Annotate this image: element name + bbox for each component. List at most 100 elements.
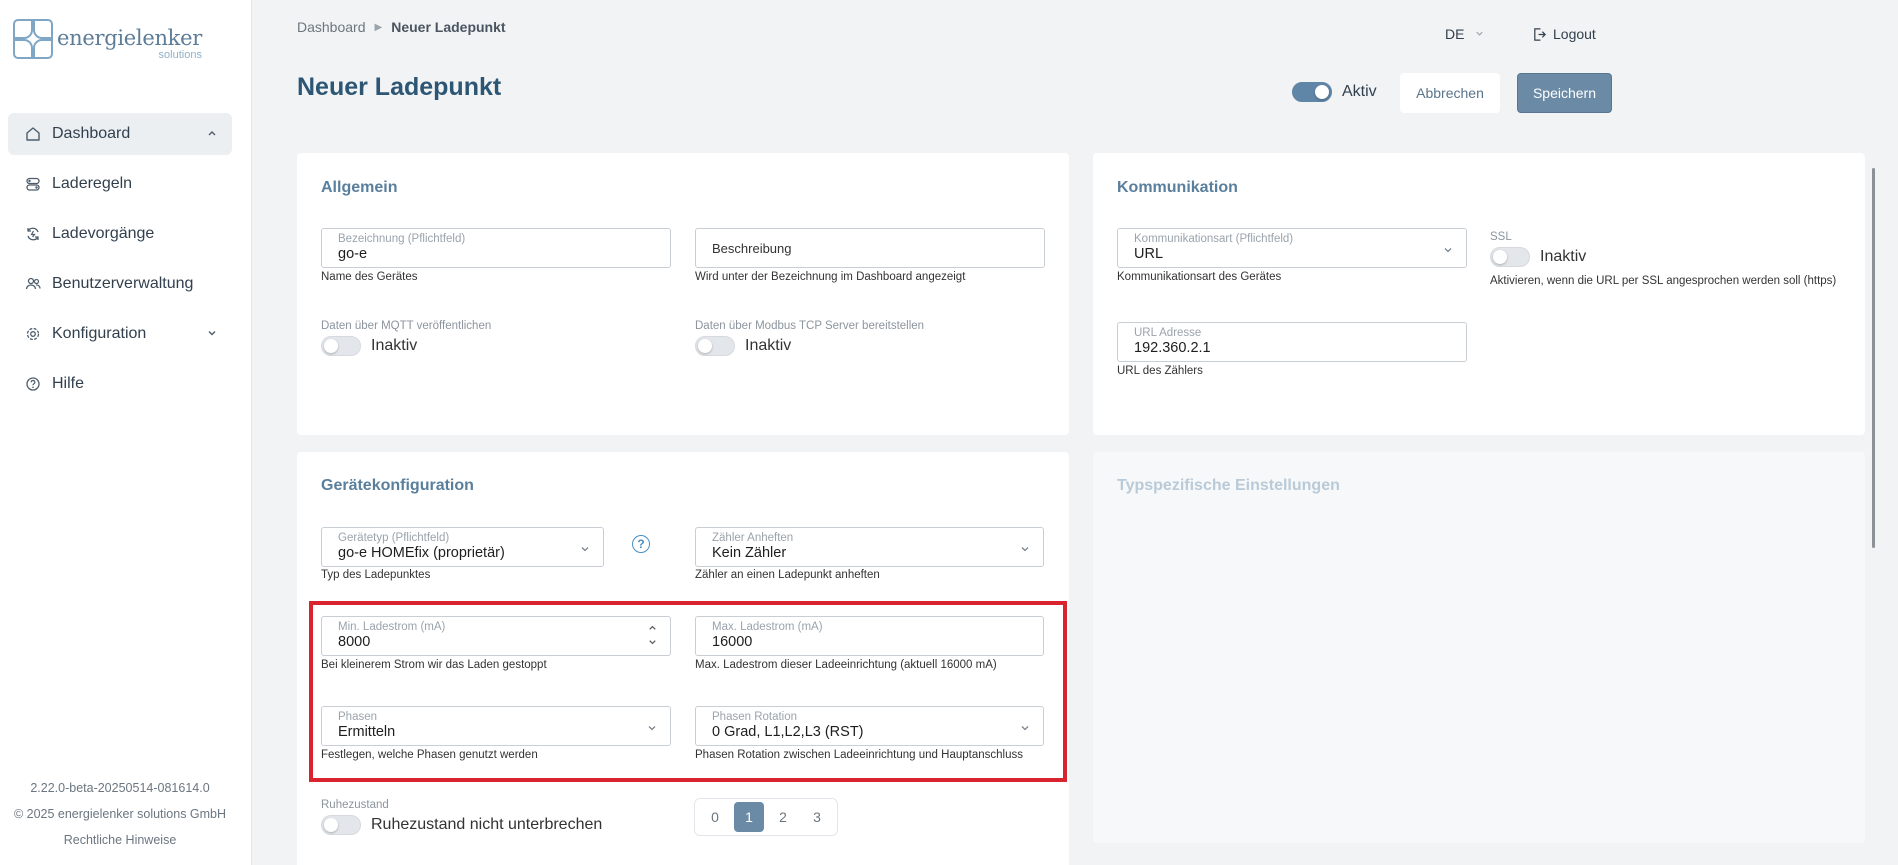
brand-sub: solutions (158, 49, 202, 61)
meter-value: Kein Zähler (712, 545, 787, 561)
idle-toggle-group: Ruhezustand Ruhezustand nicht unterbrech… (321, 799, 602, 835)
sidebar-nav: Dashboard Laderegeln Ladevorgänge Benutz… (8, 113, 232, 413)
active-label: Aktiv (1342, 83, 1377, 100)
brand-logo[interactable]: energielenker solutions (12, 18, 202, 61)
segment-option-0[interactable]: 0 (700, 802, 730, 832)
phase-segment-control: 0 1 2 3 (694, 798, 838, 836)
chevron-down-icon (579, 542, 591, 560)
help-circle-icon (24, 375, 42, 393)
sidebar-item-konfiguration[interactable]: Konfiguration (8, 313, 232, 355)
communication-card: Kommunikation Kommunikationsart (Pflicht… (1093, 153, 1865, 435)
language-value: DE (1445, 26, 1465, 42)
device-name-label: Bezeichnung (Pflichtfeld) (338, 233, 466, 245)
device-type-select[interactable]: Gerätetyp (Pflichtfeld) go-e HOMEfix (pr… (321, 527, 604, 567)
device-name-value: go-e (338, 246, 368, 262)
sidebar-item-label: Konfiguration (52, 325, 147, 342)
sidebar-item-benutzerverwaltung[interactable]: Benutzerverwaltung (8, 263, 232, 305)
device-type-value: go-e HOMEfix (proprietär) (338, 545, 505, 561)
sidebar-item-laderegeln[interactable]: Laderegeln (8, 163, 232, 205)
language-select[interactable]: DE (1445, 26, 1485, 42)
breadcrumb-separator-icon: ▶ (374, 21, 383, 33)
device-config-card-title: Gerätekonfiguration (321, 477, 474, 494)
ssl-label: SSL (1490, 231, 1512, 243)
highlight-box (309, 601, 1067, 782)
type-specific-card: Typspezifische Einstellungen (1093, 452, 1865, 843)
general-card-title: Allgemein (321, 179, 398, 196)
active-toggle-group: Aktiv (1292, 82, 1377, 102)
modbus-state: Inaktiv (745, 337, 792, 354)
segment-option-1[interactable]: 1 (734, 802, 764, 832)
breadcrumb-current: Neuer Ladepunkt (391, 19, 506, 35)
logout-icon (1532, 27, 1547, 42)
description-hint: Wird unter der Bezeichnung im Dashboard … (695, 271, 966, 283)
communication-type-value: URL (1134, 246, 1164, 262)
logout-button[interactable]: Logout (1532, 26, 1596, 42)
idle-toggle[interactable] (321, 815, 361, 835)
breadcrumb-dashboard-link[interactable]: Dashboard (297, 19, 366, 35)
sidebar-item-label: Ladevorgänge (52, 225, 155, 242)
chevron-down-icon[interactable] (206, 326, 218, 344)
url-hint: URL des Zählers (1117, 365, 1203, 377)
page-header: Dashboard ▶ Neuer Ladepunkt Neuer Ladepu… (252, 0, 1898, 140)
mqtt-label: Daten über MQTT veröffentlichen (321, 320, 492, 332)
mqtt-toggle-group: Daten über MQTT veröffentlichen Inaktiv (321, 320, 491, 356)
toggle-rules-icon (24, 175, 42, 193)
description-placeholder: Beschreibung (712, 241, 792, 256)
modbus-toggle-group: Daten über Modbus TCP Server bereitstell… (695, 320, 924, 356)
device-name-field[interactable]: Bezeichnung (Pflichtfeld) go-e (321, 228, 671, 268)
communication-type-select[interactable]: Kommunikationsart (Pflichtfeld) URL (1117, 228, 1467, 268)
refresh-charge-icon (24, 225, 42, 243)
modbus-toggle[interactable] (695, 336, 735, 356)
brand-name: energielenker (57, 26, 202, 50)
legal-link[interactable]: Rechtliche Hinweise (0, 833, 240, 847)
page-title: Neuer Ladepunkt (297, 73, 502, 101)
chevron-up-icon[interactable] (206, 126, 218, 144)
url-label: URL Adresse (1134, 327, 1202, 339)
cancel-button[interactable]: Abbrechen (1400, 73, 1500, 113)
copyright-text: © 2025 energielenker solutions GmbH (13, 807, 227, 821)
sidebar-item-label: Dashboard (52, 125, 131, 142)
gear-icon (24, 325, 42, 343)
mqtt-toggle[interactable] (321, 336, 361, 356)
segment-option-2[interactable]: 2 (768, 802, 798, 832)
sidebar-item-ladevorgaenge[interactable]: Ladevorgänge (8, 213, 232, 255)
leaf-logo-icon (13, 19, 53, 59)
home-icon (24, 125, 42, 143)
idle-state: Ruhezustand nicht unterbrechen (371, 816, 603, 833)
modbus-label: Daten über Modbus TCP Server bereitstell… (695, 320, 925, 332)
device-type-label: Gerätetyp (Pflichtfeld) (338, 532, 450, 544)
logout-label: Logout (1553, 26, 1596, 42)
sidebar-item-hilfe[interactable]: Hilfe (8, 363, 232, 405)
ssl-hint: Aktivieren, wenn die URL per SSL angespr… (1490, 275, 1837, 287)
ssl-toggle-group: SSL Inaktiv (1490, 231, 1586, 267)
sidebar: energielenker solutions Dashboard Ladere… (0, 0, 252, 865)
sidebar-item-dashboard[interactable]: Dashboard (8, 113, 232, 155)
sidebar-item-label: Benutzerverwaltung (52, 275, 194, 292)
meter-hint: Zähler an einen Ladepunkt anheften (695, 569, 880, 581)
device-name-hint: Name des Gerätes (321, 271, 418, 283)
segment-option-3[interactable]: 3 (802, 802, 832, 832)
communication-type-hint: Kommunikationsart des Gerätes (1117, 271, 1282, 283)
chevron-down-icon (1442, 243, 1454, 261)
sidebar-item-label: Hilfe (52, 375, 85, 392)
breadcrumb: Dashboard ▶ Neuer Ladepunkt (297, 19, 506, 35)
ssl-toggle[interactable] (1490, 247, 1530, 267)
communication-type-label: Kommunikationsart (Pflichtfeld) (1134, 233, 1294, 245)
communication-card-title: Kommunikation (1117, 179, 1238, 196)
general-card: Allgemein Bezeichnung (Pflichtfeld) go-e… (297, 153, 1069, 435)
active-toggle[interactable] (1292, 82, 1332, 102)
mqtt-state: Inaktiv (371, 337, 418, 354)
ssl-state: Inaktiv (1540, 248, 1587, 265)
type-specific-card-title: Typspezifische Einstellungen (1117, 477, 1340, 494)
save-button[interactable]: Speichern (1517, 73, 1612, 113)
url-field[interactable]: URL Adresse 192.360.2.1 (1117, 322, 1467, 362)
users-icon (24, 275, 42, 293)
description-field[interactable]: Beschreibung (695, 228, 1045, 268)
help-icon[interactable]: ? (632, 535, 650, 553)
page-scrollbar[interactable] (1872, 168, 1875, 548)
chevron-down-icon (1019, 542, 1031, 560)
url-value: 192.360.2.1 (1134, 340, 1211, 356)
meter-label: Zähler Anheften (712, 532, 794, 544)
meter-select[interactable]: Zähler Anheften Kein Zähler (695, 527, 1044, 567)
version-text: 2.22.0-beta-20250514-081614.0 (30, 781, 210, 795)
